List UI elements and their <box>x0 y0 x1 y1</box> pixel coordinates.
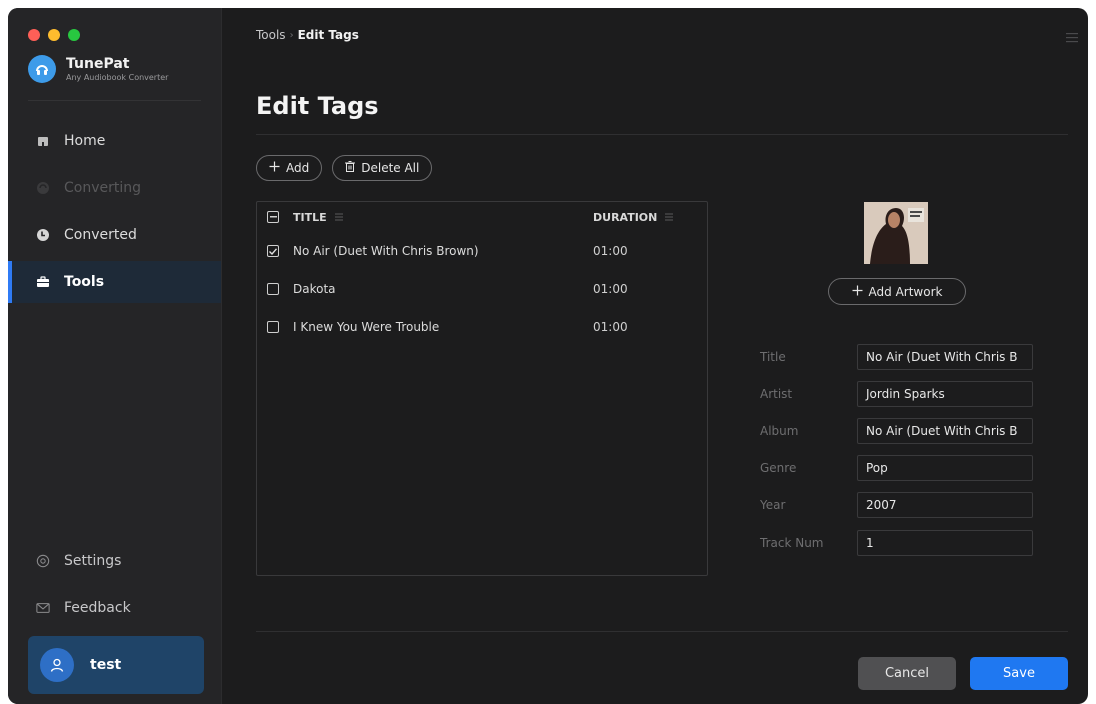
field-label: Year <box>760 498 786 512</box>
user-name: test <box>90 657 122 673</box>
breadcrumb-parent[interactable]: Tools <box>256 28 286 42</box>
track-duration: 01:00 <box>593 244 628 258</box>
artist-input[interactable]: Jordin Sparks <box>857 381 1033 407</box>
app-name: TunePat <box>66 55 130 72</box>
column-header-duration[interactable]: DURATION <box>593 210 674 224</box>
sidebar-item-home[interactable]: Home <box>8 120 221 162</box>
track-duration: 01:00 <box>593 320 628 334</box>
app-window: TunePat Any Audiobook Converter Home Con… <box>8 8 1088 704</box>
sidebar-item-label: Feedback <box>64 600 131 616</box>
home-icon <box>36 134 50 148</box>
table-row[interactable]: I Knew You Were Trouble 01:00 <box>257 308 707 346</box>
field-label: Title <box>760 350 786 364</box>
add-artwork-button[interactable]: Add Artwork <box>828 278 966 305</box>
genre-input[interactable]: Pop <box>857 455 1033 481</box>
column-header-title[interactable]: TITLE <box>293 211 593 224</box>
sidebar-item-label: Converting <box>64 180 142 196</box>
track-list: TITLE DURATION No Air (Duet With Chris B… <box>256 201 708 576</box>
breadcrumb-current: Edit Tags <box>297 28 359 42</box>
plus-icon <box>269 161 280 175</box>
add-artwork-label: Add Artwork <box>868 284 943 299</box>
mail-icon <box>36 601 50 615</box>
add-button[interactable]: Add <box>256 155 323 181</box>
close-window-button[interactable] <box>28 29 40 41</box>
track-duration: 01:00 <box>593 282 628 296</box>
save-button[interactable]: Save <box>970 657 1068 690</box>
album-input[interactable]: No Air (Duet With Chris B <box>857 418 1033 444</box>
field-label: Artist <box>760 387 793 401</box>
sidebar-item-converting[interactable]: Converting <box>8 167 221 209</box>
sort-icon[interactable] <box>334 211 343 224</box>
sidebar-item-settings[interactable]: Settings <box>8 540 221 582</box>
divider <box>28 100 201 101</box>
album-field-row: Album No Air (Duet With Chris B <box>760 418 1033 444</box>
row-checkbox[interactable] <box>267 321 279 333</box>
sidebar-item-tools[interactable]: Tools <box>8 261 221 303</box>
gear-icon <box>36 554 50 568</box>
select-all-checkbox[interactable] <box>267 211 279 223</box>
user-card[interactable]: test <box>28 636 204 694</box>
sidebar-item-feedback[interactable]: Feedback <box>8 587 221 629</box>
breadcrumb-separator: › <box>289 29 294 41</box>
sidebar-item-converted[interactable]: Converted <box>8 214 221 256</box>
track-num-field-row: Track Num 1 <box>760 530 1033 556</box>
track-title: Dakota <box>293 282 336 296</box>
window-controls <box>28 29 80 41</box>
sidebar: TunePat Any Audiobook Converter Home Con… <box>8 8 222 704</box>
album-artwork <box>864 202 928 264</box>
divider <box>256 134 1068 135</box>
sidebar-item-label: Settings <box>64 553 122 569</box>
divider <box>256 631 1068 632</box>
year-field-row: Year 2007 <box>760 492 1033 518</box>
year-input[interactable]: 2007 <box>857 492 1033 518</box>
track-num-input[interactable]: 1 <box>857 530 1033 556</box>
sort-icon[interactable] <box>665 211 674 224</box>
clock-icon <box>36 228 50 242</box>
sidebar-nav: Home Converting Converted Tools <box>8 120 221 308</box>
delete-all-button-label: Delete All <box>361 161 420 175</box>
app-logo-icon <box>28 55 56 83</box>
cancel-button[interactable]: Cancel <box>858 657 956 690</box>
track-list-header: TITLE DURATION <box>257 202 707 232</box>
title-input[interactable]: No Air (Duet With Chris B <box>857 344 1033 370</box>
converting-icon <box>36 181 50 195</box>
add-button-label: Add <box>286 161 310 175</box>
sidebar-bottom-nav: Settings Feedback <box>8 540 221 634</box>
column-header-title-label: TITLE <box>293 210 327 224</box>
genre-field-row: Genre Pop <box>760 455 1033 481</box>
zoom-window-button[interactable] <box>68 29 80 41</box>
table-row[interactable]: No Air (Duet With Chris Brown) 01:00 <box>257 232 707 270</box>
column-header-duration-label: DURATION <box>593 210 658 224</box>
artist-field-row: Artist Jordin Sparks <box>760 381 1033 407</box>
track-title: No Air (Duet With Chris Brown) <box>293 244 479 258</box>
delete-all-button[interactable]: Delete All <box>332 155 433 181</box>
sidebar-item-label: Home <box>64 133 106 149</box>
field-label: Album <box>760 424 799 438</box>
row-checkbox[interactable] <box>267 283 279 295</box>
plus-icon <box>852 285 863 299</box>
breadcrumb: Tools › Edit Tags <box>256 28 359 42</box>
trash-icon <box>345 161 356 175</box>
minimize-window-button[interactable] <box>48 29 60 41</box>
brand: TunePat Any Audiobook Converter <box>28 55 168 83</box>
main-panel: Tools › Edit Tags Edit Tags Add Delete A… <box>222 8 1088 704</box>
table-row[interactable]: Dakota 01:00 <box>257 270 707 308</box>
field-label: Track Num <box>760 536 824 550</box>
avatar-icon <box>40 648 74 682</box>
page-title: Edit Tags <box>256 92 379 120</box>
track-title: I Knew You Were Trouble <box>293 320 440 334</box>
menu-icon[interactable] <box>1066 28 1078 47</box>
title-field-row: Title No Air (Duet With Chris B <box>760 344 1033 370</box>
sidebar-item-label: Tools <box>64 274 105 290</box>
app-subtitle: Any Audiobook Converter <box>66 72 169 82</box>
toolbox-icon <box>36 275 50 289</box>
field-label: Genre <box>760 461 797 475</box>
sidebar-item-label: Converted <box>64 227 137 243</box>
row-checkbox-checked[interactable] <box>267 245 279 257</box>
toolbar: Add Delete All <box>256 155 433 181</box>
